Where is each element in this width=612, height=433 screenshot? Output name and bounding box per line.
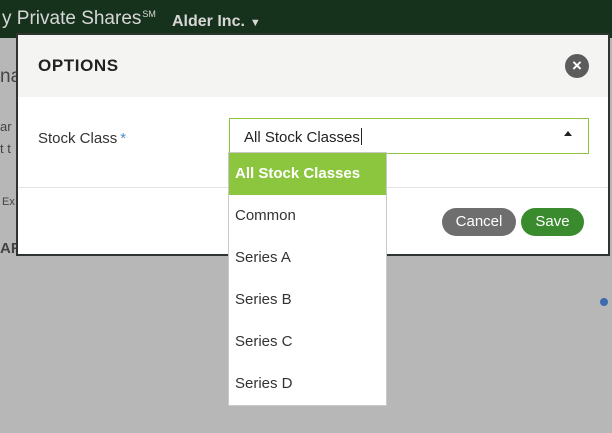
modal-title: OPTIONS	[38, 56, 119, 75]
dropdown-option-common[interactable]: Common	[229, 195, 386, 237]
save-button[interactable]: Save	[521, 208, 584, 236]
stock-class-select[interactable]: All Stock Classes	[229, 118, 589, 154]
dropdown-option-series-d[interactable]: Series D	[229, 363, 386, 405]
modal-header: OPTIONS ×	[18, 35, 608, 97]
company-selector[interactable]: Alder Inc. ▼	[172, 13, 261, 31]
brand-name: y Private SharesSM	[2, 8, 156, 30]
brand-text: y Private Shares	[2, 8, 142, 29]
stock-class-select-value: All Stock Classes	[244, 128, 362, 146]
text-cursor	[360, 128, 362, 145]
stock-class-label-text: Stock Class	[38, 130, 118, 147]
dropdown-option-series-a[interactable]: Series A	[229, 237, 386, 279]
chevron-up-icon	[564, 131, 572, 136]
bg-text-fragment: Ex	[2, 196, 15, 208]
close-icon: ×	[572, 56, 582, 75]
company-name: Alder Inc.	[172, 13, 245, 30]
bg-text-fragment: t t	[0, 141, 11, 156]
status-dot	[600, 298, 608, 306]
stock-class-dropdown-list: All Stock Classes Common Series A Series…	[228, 152, 387, 406]
required-indicator: *	[120, 130, 127, 147]
bg-text-fragment: ar	[0, 119, 12, 134]
dropdown-option-series-b[interactable]: Series B	[229, 279, 386, 321]
service-mark: SM	[142, 8, 156, 19]
chevron-down-icon: ▼	[249, 17, 261, 29]
close-button[interactable]: ×	[565, 54, 589, 78]
stock-class-label: Stock Class *	[38, 130, 126, 147]
select-value-text: All Stock Classes	[244, 129, 360, 146]
cancel-button[interactable]: Cancel	[442, 208, 516, 236]
dropdown-option-series-c[interactable]: Series C	[229, 321, 386, 363]
dropdown-option-all-stock-classes[interactable]: All Stock Classes	[229, 153, 386, 195]
